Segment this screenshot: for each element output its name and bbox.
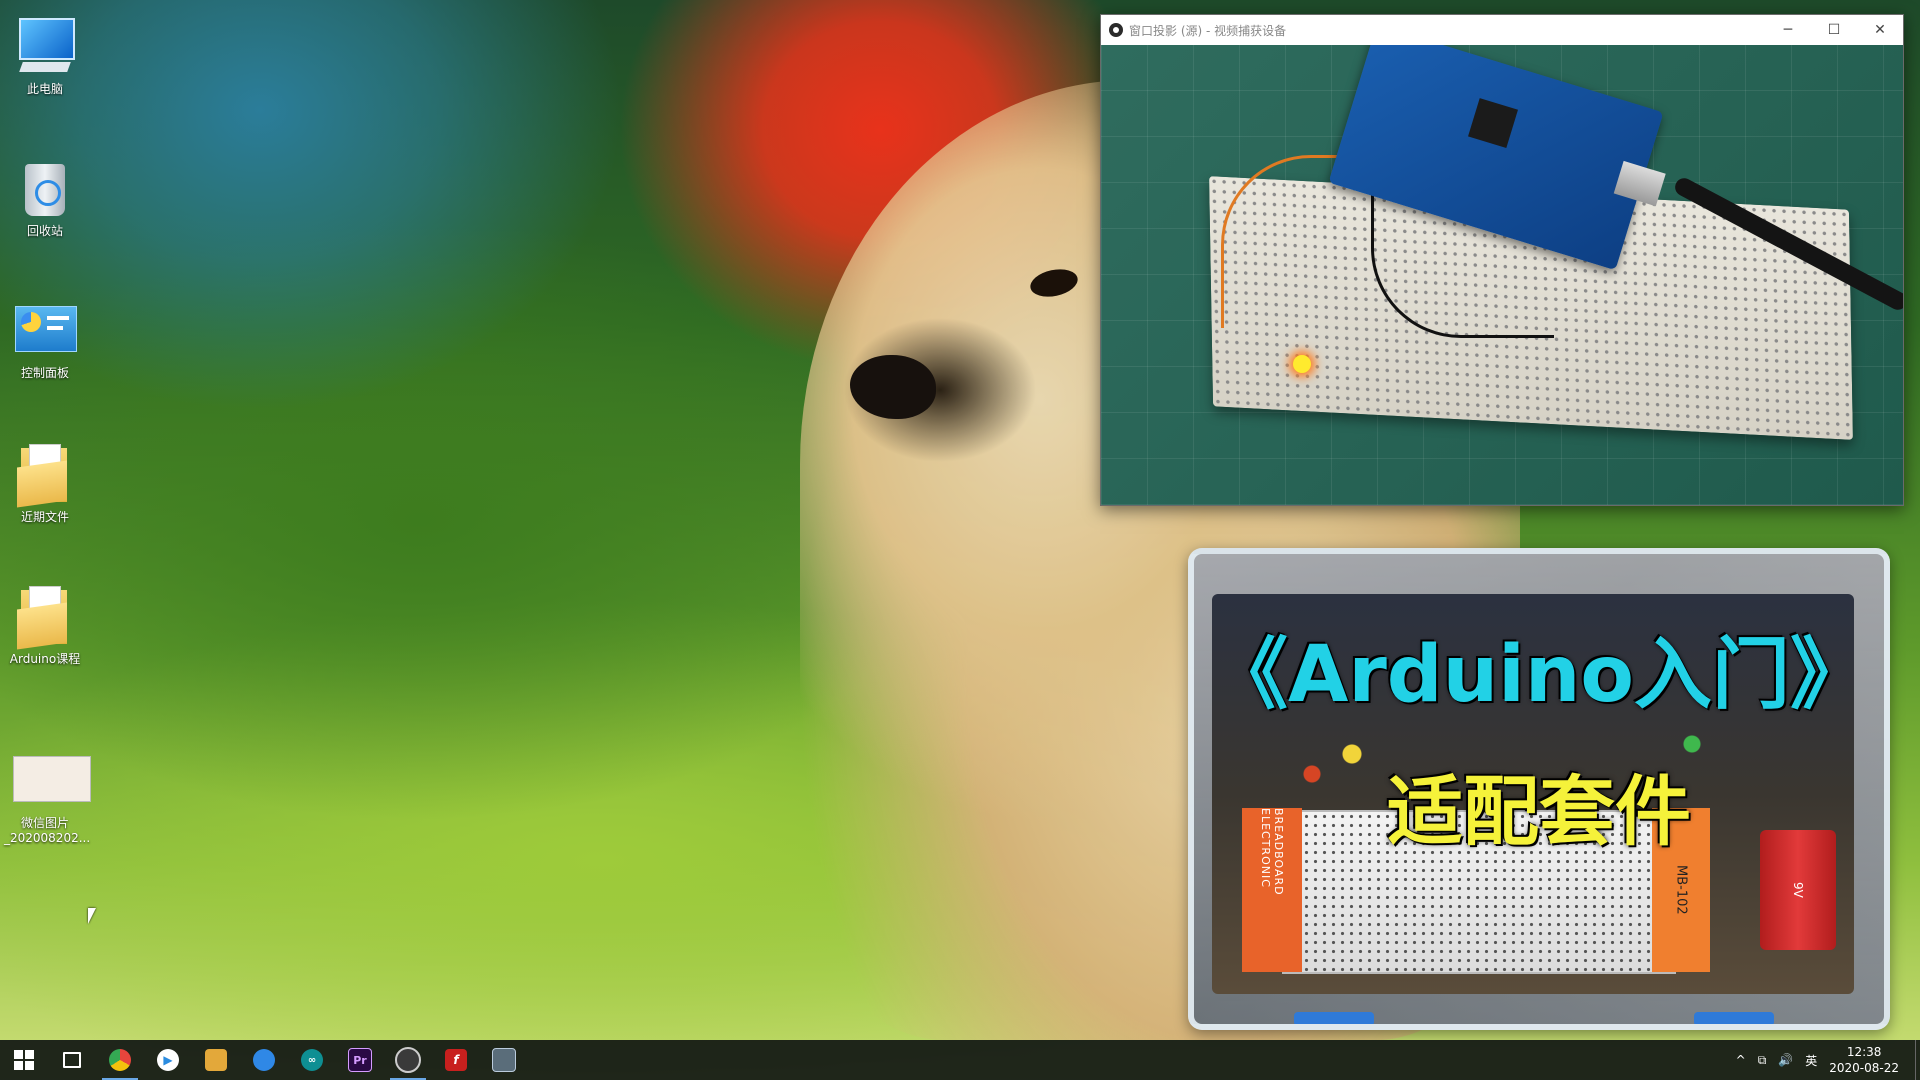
desktop-icon-this-pc[interactable]: 此电脑: [4, 14, 86, 97]
obs-icon: [1109, 23, 1123, 37]
taskbar-file-manager[interactable]: [192, 1040, 240, 1080]
this-pc-icon: [13, 14, 77, 78]
clock-date: 2020-08-22: [1829, 1061, 1899, 1075]
desktop-icon-wechat-image[interactable]: 微信图片 _202008202...: [4, 748, 91, 846]
projector-titlebar[interactable]: 窗口投影 (源) - 视频捕获设备 ─ ☐ ✕: [1101, 15, 1903, 45]
desktop-icon-recent-files[interactable]: 近期文件: [4, 442, 86, 525]
taskbar-remote-desktop[interactable]: [480, 1040, 528, 1080]
clock-time: 12:38: [1846, 1045, 1882, 1059]
windows-start-icon: [14, 1050, 34, 1070]
browser-icon: [253, 1049, 275, 1071]
taskbar-chrome[interactable]: [96, 1040, 144, 1080]
box-latch: [1294, 1012, 1374, 1024]
start-button[interactable]: [0, 1040, 48, 1080]
promo-title: 《Arduino入门》: [1209, 630, 1869, 720]
folder-icon: [13, 584, 77, 650]
mouse-cursor: [88, 908, 96, 924]
kit-promo-image: BREADBOARD ELECTRONIC MB-102 9V 《Arduino…: [1188, 548, 1890, 1030]
network-icon[interactable]: ⧉: [1758, 1053, 1767, 1068]
lit-led: [1293, 355, 1311, 373]
taskbar-flash[interactable]: f: [432, 1040, 480, 1080]
taskbar-media-player[interactable]: ▶: [144, 1040, 192, 1080]
desktop-icon-label: 此电脑: [26, 82, 63, 96]
chrome-icon: [109, 1049, 131, 1071]
minimize-button[interactable]: ─: [1765, 15, 1811, 45]
close-button[interactable]: ✕: [1857, 15, 1903, 45]
desktop-icon-label: Arduino课程: [9, 652, 81, 666]
clock[interactable]: 12:38 2020-08-22: [1829, 1044, 1899, 1076]
premiere-icon: Pr: [348, 1048, 372, 1072]
video-capture-preview: [1101, 45, 1903, 505]
maximize-button[interactable]: ☐: [1811, 15, 1857, 45]
volume-icon[interactable]: 🔊: [1778, 1053, 1793, 1067]
desktop-icon-label: 微信图片 _202008202...: [4, 816, 91, 845]
desktop-icon-label: 回收站: [26, 224, 63, 238]
recycle-bin-icon: [13, 156, 77, 220]
system-tray: ^ ⧉ 🔊 英 12:38 2020-08-22: [1730, 1040, 1920, 1080]
input-method-indicator[interactable]: 英: [1805, 1052, 1817, 1069]
taskbar-premiere[interactable]: Pr: [336, 1040, 384, 1080]
monitor-icon: [492, 1048, 516, 1072]
show-desktop-button[interactable]: [1915, 1040, 1920, 1080]
window-title: 窗口投影 (源) - 视频捕获设备: [1129, 23, 1287, 38]
desktop-icon-label: 近期文件: [20, 510, 69, 524]
promo-subtitle: 适配套件: [1387, 767, 1691, 856]
tray-chevron-icon[interactable]: ^: [1736, 1053, 1746, 1067]
taskbar-arduino-ide[interactable]: ∞: [288, 1040, 336, 1080]
folder-icon: [13, 442, 77, 508]
desktop-icon-recycle-bin[interactable]: 回收站: [4, 156, 86, 239]
desktop-icon-label: 控制面板: [20, 366, 69, 380]
taskbar-browser[interactable]: [240, 1040, 288, 1080]
arduino-icon: ∞: [301, 1049, 323, 1071]
folder-app-icon: [205, 1049, 227, 1071]
desktop-icon-arduino-course[interactable]: Arduino课程: [4, 584, 86, 667]
flash-icon: f: [445, 1049, 467, 1071]
taskbar: ▶ ∞ Pr f ^ ⧉ 🔊 英 12:38 2020-08-22: [0, 1040, 1920, 1080]
obs-icon: [395, 1047, 421, 1073]
box-latch: [1694, 1012, 1774, 1024]
task-view-icon: [63, 1052, 81, 1068]
desktop-icon-control-panel[interactable]: 控制面板: [4, 298, 86, 381]
taskbar-obs[interactable]: [384, 1040, 432, 1080]
control-panel-icon: [13, 298, 77, 362]
task-view-button[interactable]: [48, 1040, 96, 1080]
image-thumbnail-icon: [13, 748, 91, 812]
projector-window[interactable]: 窗口投影 (源) - 视频捕获设备 ─ ☐ ✕: [1100, 14, 1904, 506]
play-icon: ▶: [157, 1049, 179, 1071]
